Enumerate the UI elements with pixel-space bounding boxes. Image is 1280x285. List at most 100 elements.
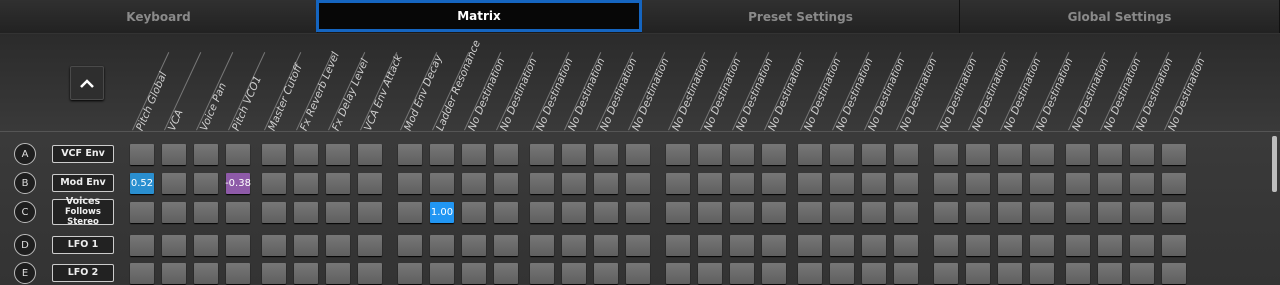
matrix-cell[interactable] [666,235,690,256]
matrix-cell[interactable] [530,202,554,223]
matrix-cell[interactable] [998,202,1022,223]
matrix-cell[interactable] [1130,202,1154,223]
matrix-cell[interactable] [998,144,1022,165]
matrix-cell[interactable] [358,144,382,165]
matrix-cell[interactable] [730,263,754,284]
matrix-cell[interactable] [226,235,250,256]
matrix-cell[interactable] [666,263,690,284]
matrix-cell[interactable] [1162,144,1186,165]
matrix-cell[interactable] [1098,235,1122,256]
matrix-cell[interactable] [398,144,422,165]
matrix-cell[interactable] [830,144,854,165]
matrix-cell[interactable] [1162,202,1186,223]
row-letter-button[interactable]: E [14,262,36,284]
matrix-cell[interactable] [494,235,518,256]
matrix-cell[interactable] [262,144,286,165]
matrix-cell[interactable] [162,263,186,284]
matrix-cell[interactable] [494,263,518,284]
matrix-cell[interactable] [698,263,722,284]
matrix-cell[interactable] [862,235,886,256]
matrix-cell[interactable] [294,263,318,284]
matrix-cell[interactable] [562,202,586,223]
matrix-cell[interactable] [398,202,422,223]
matrix-cell[interactable] [162,144,186,165]
matrix-cell[interactable] [262,263,286,284]
matrix-cell[interactable] [730,235,754,256]
matrix-cell[interactable] [226,202,250,223]
matrix-cell[interactable] [594,235,618,256]
matrix-cell[interactable] [398,263,422,284]
collapse-button[interactable] [70,66,104,100]
matrix-cell[interactable] [1066,173,1090,194]
matrix-cell[interactable]: -0.38 [225,173,251,194]
matrix-cell[interactable] [862,173,886,194]
scrollbar[interactable] [1272,136,1277,192]
matrix-cell[interactable] [494,173,518,194]
matrix-cell[interactable] [358,202,382,223]
row-letter-button[interactable]: A [14,143,36,165]
matrix-cell[interactable] [594,173,618,194]
row-letter-button[interactable]: D [14,234,36,256]
tab-keyboard[interactable]: Keyboard [0,0,318,33]
matrix-cell[interactable] [530,263,554,284]
matrix-cell[interactable] [798,235,822,256]
matrix-cell[interactable] [130,235,154,256]
matrix-cell[interactable] [226,263,250,284]
matrix-cell[interactable] [194,173,218,194]
matrix-cell[interactable] [262,202,286,223]
matrix-cell[interactable] [998,173,1022,194]
matrix-cell[interactable] [462,202,486,223]
row-letter-button[interactable]: B [14,172,36,194]
matrix-cell[interactable] [430,235,454,256]
matrix-cell[interactable] [894,235,918,256]
matrix-cell[interactable] [326,263,350,284]
matrix-cell[interactable] [462,144,486,165]
tab-matrix[interactable]: Matrix [316,0,642,32]
matrix-cell[interactable]: 1.00 [430,202,454,223]
matrix-cell[interactable] [830,263,854,284]
matrix-cell[interactable] [798,144,822,165]
matrix-cell[interactable] [1162,235,1186,256]
matrix-cell[interactable] [1066,144,1090,165]
matrix-cell[interactable] [762,144,786,165]
matrix-cell[interactable] [626,144,650,165]
matrix-cell[interactable] [430,263,454,284]
matrix-cell[interactable] [358,235,382,256]
matrix-cell[interactable] [1098,144,1122,165]
matrix-cell[interactable] [998,263,1022,284]
matrix-cell[interactable] [1162,263,1186,284]
matrix-cell[interactable] [562,144,586,165]
matrix-cell[interactable] [398,173,422,194]
matrix-cell[interactable] [1066,235,1090,256]
matrix-cell[interactable] [698,173,722,194]
matrix-cell[interactable] [162,235,186,256]
matrix-cell[interactable] [730,202,754,223]
matrix-cell[interactable] [430,144,454,165]
matrix-cell[interactable] [966,173,990,194]
matrix-cell[interactable] [194,202,218,223]
matrix-cell[interactable] [462,263,486,284]
matrix-cell[interactable] [1130,263,1154,284]
matrix-cell[interactable] [1162,173,1186,194]
matrix-cell[interactable] [730,173,754,194]
matrix-cell[interactable] [1098,173,1122,194]
matrix-cell[interactable] [130,144,154,165]
matrix-cell[interactable] [798,263,822,284]
matrix-cell[interactable] [698,144,722,165]
matrix-cell[interactable] [462,173,486,194]
matrix-cell[interactable] [494,144,518,165]
matrix-cell[interactable] [594,263,618,284]
source-label[interactable]: LFO 2 [52,264,114,282]
matrix-cell[interactable] [1030,235,1054,256]
matrix-cell[interactable] [562,263,586,284]
matrix-cell[interactable] [666,144,690,165]
matrix-cell[interactable] [326,173,350,194]
source-label[interactable]: VCF Env [52,145,114,163]
matrix-cell[interactable] [626,235,650,256]
matrix-cell[interactable] [798,202,822,223]
matrix-cell[interactable] [494,202,518,223]
matrix-cell[interactable] [830,235,854,256]
matrix-cell[interactable] [130,202,154,223]
matrix-cell[interactable] [862,202,886,223]
matrix-cell[interactable] [262,173,286,194]
